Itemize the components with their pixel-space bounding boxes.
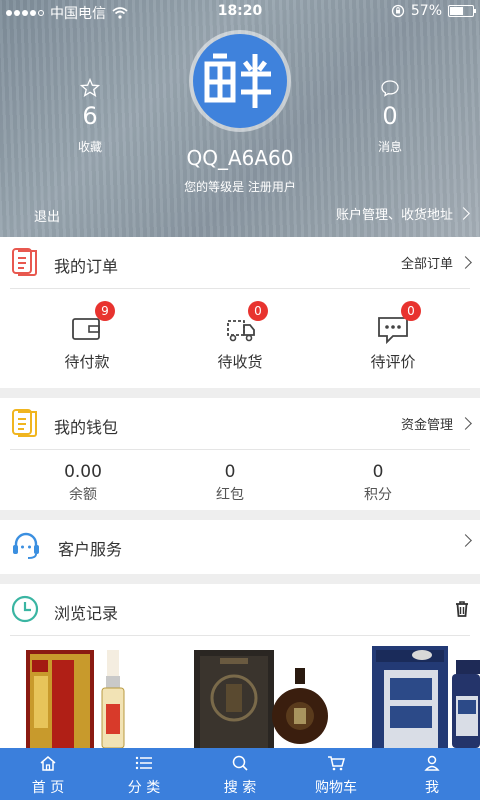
clock-icon — [11, 595, 39, 623]
history-header: 浏览记录 — [10, 584, 470, 636]
bottom-tab-bar: 首 页 分 类 搜 索 购物车 我 — [0, 748, 480, 800]
history-section: 浏览记录 — [0, 584, 480, 748]
favorites-stat[interactable]: 6 收藏 — [50, 78, 130, 155]
orders-title: 我的订单 — [54, 257, 119, 276]
product-image-3[interactable] — [370, 640, 480, 748]
tab-category[interactable]: 分 类 — [96, 748, 192, 800]
pending-review-label: 待评价 — [370, 353, 416, 371]
all-orders-label: 全部订单 — [400, 257, 453, 272]
tab-cart[interactable]: 购物车 — [288, 748, 384, 800]
wallet-section: 我的钱包 资金管理 0.00 余额 0 红包 0 积分 — [0, 398, 480, 510]
chevron-right-icon — [459, 256, 472, 269]
chevron-right-icon — [459, 417, 472, 430]
order-status-row: 9 待付款 0 待收货 0 待评价 — [0, 289, 480, 387]
wallet-title: 我的钱包 — [54, 418, 119, 437]
tab-home[interactable]: 首 页 — [0, 748, 96, 800]
fund-management-link[interactable]: 资金管理 — [400, 414, 472, 433]
orders-header[interactable]: 我的订单 全部订单 — [10, 237, 472, 289]
wallet-doc-icon — [12, 409, 37, 437]
brand-logo-icon — [204, 53, 271, 108]
product-image-2[interactable] — [190, 640, 330, 748]
all-orders-link[interactable]: 全部订单 — [400, 253, 472, 272]
pending-receipt-badge: 0 — [248, 301, 268, 321]
tab-me[interactable]: 我 — [384, 748, 480, 800]
customer-service-title: 客户服务 — [58, 540, 123, 559]
points-label: 积分 — [364, 487, 392, 503]
logout-link[interactable]: 退出 — [34, 206, 60, 225]
red-packet-item[interactable]: 0 红包 — [170, 462, 290, 504]
cart-icon — [328, 756, 345, 771]
tab-category-label: 分 类 — [127, 780, 161, 796]
battery-icon — [448, 5, 476, 17]
orders-section: 我的订单 全部订单 9 待付款 0 待收货 0 待评价 — [0, 237, 480, 388]
customer-service-row[interactable]: 客户服务 — [0, 520, 480, 574]
trash-icon — [456, 601, 468, 617]
chevron-right-icon — [457, 207, 470, 220]
product-image-1[interactable] — [24, 646, 144, 748]
favorites-count: 6 — [82, 102, 98, 130]
chevron-right-icon — [459, 534, 472, 547]
rotation-lock-icon — [391, 4, 405, 18]
order-list-icon — [12, 248, 37, 276]
history-products — [0, 636, 480, 748]
user-icon — [424, 755, 440, 771]
member-level: 您的等级是 注册用户 — [184, 180, 296, 194]
pending-payment-label: 待付款 — [64, 353, 110, 371]
wallet-header[interactable]: 我的钱包 资金管理 — [10, 398, 472, 450]
points-value: 0 — [372, 462, 384, 482]
fund-management-label: 资金管理 — [400, 418, 453, 433]
search-icon — [232, 755, 248, 771]
messages-count: 0 — [382, 102, 398, 130]
headset-icon — [13, 532, 39, 559]
clear-history-button[interactable] — [454, 600, 470, 618]
star-icon — [80, 78, 100, 98]
status-bar: 中国电信 18:20 57% — [0, 0, 480, 22]
home-icon — [40, 756, 56, 771]
wallet-values-row: 0.00 余额 0 红包 0 积分 — [0, 450, 480, 510]
pending-receipt-button[interactable]: 0 待收货 — [190, 301, 290, 372]
list-icon — [135, 756, 152, 770]
tab-search[interactable]: 搜 索 — [192, 748, 288, 800]
customer-service-header: 客户服务 — [10, 520, 472, 572]
balance-item[interactable]: 0.00 余额 — [23, 462, 143, 504]
tab-home-label: 首 页 — [31, 780, 65, 796]
pending-payment-button[interactable]: 9 待付款 — [37, 301, 137, 372]
tab-cart-label: 购物车 — [315, 780, 357, 796]
pending-review-button[interactable]: 0 待评价 — [343, 301, 443, 372]
balance-label: 余额 — [69, 487, 97, 503]
history-title: 浏览记录 — [54, 604, 119, 623]
profile-header: 6 收藏 0 消息 QQ_A6A60 您的等级是 注册用户 退出 账户管理、收货… — [0, 0, 480, 237]
tab-search-label: 搜 索 — [223, 780, 257, 796]
balance-value: 0.00 — [64, 462, 102, 482]
messages-stat[interactable]: 0 消息 — [350, 78, 430, 155]
chat-bubble-icon — [381, 80, 399, 97]
pending-payment-badge: 9 — [95, 301, 115, 321]
account-management-label: 账户管理、收货地址 — [335, 208, 453, 223]
pending-receipt-label: 待收货 — [217, 353, 263, 371]
username: QQ_A6A60 — [186, 146, 294, 170]
red-packet-value: 0 — [224, 462, 236, 482]
points-item[interactable]: 0 积分 — [318, 462, 438, 504]
battery-percent: 57% — [410, 3, 442, 19]
avatar[interactable] — [193, 34, 287, 128]
account-management-link[interactable]: 账户管理、收货地址 — [335, 204, 470, 223]
pending-review-badge: 0 — [401, 301, 421, 321]
red-packet-label: 红包 — [216, 487, 244, 503]
customer-service-arrow — [459, 534, 472, 547]
tab-me-label: 我 — [425, 780, 439, 796]
